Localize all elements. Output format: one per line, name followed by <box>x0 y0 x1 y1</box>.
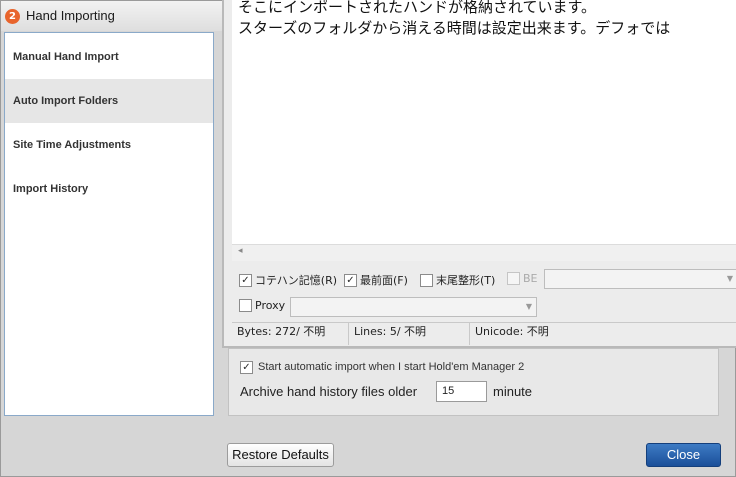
start-auto-import-row[interactable]: ✓ Start automatic import when I start Ho… <box>240 359 524 375</box>
be-checkbox[interactable] <box>507 272 520 285</box>
status-bar: Bytes: 272/ 不明 Lines: 5/ 不明 Unicode: 不明 <box>232 322 736 345</box>
trim-tail-label: 末尾整形(T) <box>436 274 496 287</box>
trim-tail-checkbox[interactable] <box>420 273 433 287</box>
archive-minutes-input[interactable]: 15 <box>436 381 487 402</box>
chevron-down-icon: ▼ <box>726 274 733 283</box>
topmost-option[interactable]: ✓ 最前面(F) <box>344 272 408 288</box>
hem2-logo-icon: 2 <box>5 9 20 24</box>
keep-caret-label: コテハン記憶(R) <box>255 274 338 287</box>
editor-line: スターズのフォルダから消える時間は設定出来ます。デフォでは <box>238 19 671 37</box>
topmost-checkbox[interactable]: ✓ <box>344 273 357 287</box>
status-bytes: Bytes: 272/ 不明 <box>232 323 349 345</box>
window-title: Hand Importing <box>26 8 115 23</box>
be-label: BE <box>523 272 538 285</box>
close-button[interactable]: Close <box>646 443 721 467</box>
start-auto-import-label: Start automatic import when I start Hold… <box>258 361 525 373</box>
text-editor-window: そこにインポートされたハンドが格納されています。 スターズのフォルダから消える時… <box>222 0 736 348</box>
horizontal-scrollbar[interactable]: ◂ <box>232 244 736 261</box>
sidebar-item-site-time-adjustments[interactable]: Site Time Adjustments <box>5 123 213 167</box>
topmost-label: 最前面(F) <box>360 274 408 287</box>
proxy-checkbox[interactable] <box>239 299 252 312</box>
restore-defaults-button[interactable]: Restore Defaults <box>227 443 334 467</box>
archive-unit-label: minute <box>493 384 533 399</box>
sidebar-item-manual-hand-import[interactable]: Manual Hand Import <box>5 35 213 79</box>
status-lines: Lines: 5/ 不明 <box>349 323 470 345</box>
keep-caret-checkbox[interactable]: ✓ <box>239 273 252 287</box>
proxy-label: Proxy <box>255 299 286 312</box>
sidebar-item-import-history[interactable]: Import History <box>5 167 213 211</box>
chevron-down-icon: ▼ <box>525 302 532 311</box>
scroll-left-arrow-icon[interactable]: ◂ <box>238 246 243 256</box>
sidebar-nav: Manual Hand Import Auto Import Folders S… <box>4 32 214 416</box>
status-unicode: Unicode: 不明 <box>475 325 549 338</box>
proxy-select[interactable]: ▼ <box>290 297 537 317</box>
start-auto-import-checkbox[interactable]: ✓ <box>240 360 253 374</box>
sidebar-item-auto-import-folders[interactable]: Auto Import Folders <box>5 79 213 123</box>
be-option[interactable]: BE <box>507 272 538 285</box>
be-account-select[interactable]: ▼ <box>544 269 736 289</box>
editor-line: そこにインポートされたハンドが格納されています。 <box>238 0 597 16</box>
trim-tail-option[interactable]: 末尾整形(T) <box>420 272 495 288</box>
proxy-option[interactable]: Proxy <box>239 299 285 312</box>
archive-older-label: Archive hand history files older <box>240 384 418 399</box>
auto-import-settings-panel: ✓ Start automatic import when I start Ho… <box>228 348 719 416</box>
keep-caret-option[interactable]: ✓ コテハン記憶(R) <box>239 272 337 288</box>
editor-text-area[interactable]: そこにインポートされたハンドが格納されています。 スターズのフォルダから消える時… <box>232 0 736 244</box>
